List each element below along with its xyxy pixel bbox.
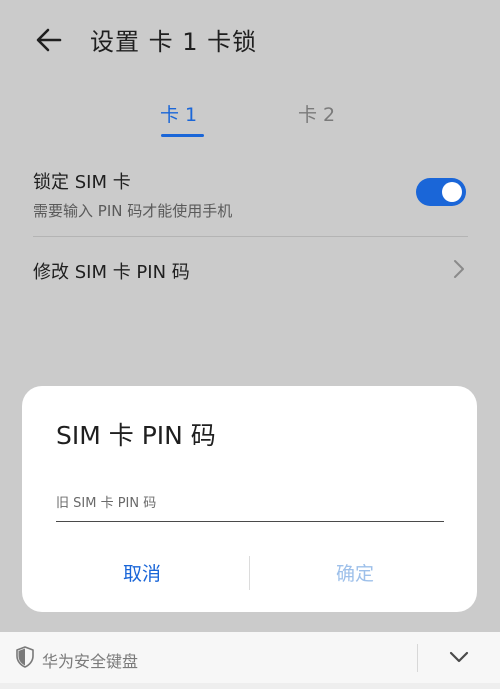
keyboard-area	[0, 683, 500, 689]
lock-sim-row: 锁定 SIM 卡 需要输入 PIN 码才能使用手机	[33, 168, 468, 236]
back-button[interactable]	[30, 20, 70, 60]
secure-keyboard-label: 华为安全键盘	[42, 652, 139, 671]
row-divider	[33, 236, 468, 237]
lock-sim-toggle[interactable]	[416, 178, 466, 206]
active-tab-indicator	[161, 134, 204, 137]
app-header: 设置 卡 1 卡锁	[0, 0, 500, 80]
dialog-title: SIM 卡 PIN 码	[56, 421, 216, 450]
cancel-button[interactable]: 取消	[42, 554, 242, 594]
lock-sim-description: 需要输入 PIN 码才能使用手机	[33, 202, 233, 220]
button-divider	[249, 556, 250, 590]
chevron-right-icon	[454, 260, 464, 278]
sim-tabs: 卡 1 卡 2	[0, 100, 500, 140]
lock-sim-label: 锁定 SIM 卡	[33, 172, 131, 193]
page-title: 设置 卡 1 卡锁	[90, 28, 258, 56]
chevron-down-icon[interactable]	[448, 648, 470, 666]
shield-icon	[16, 646, 34, 668]
sim-pin-dialog: SIM 卡 PIN 码 取消 确定	[22, 386, 477, 612]
change-pin-row[interactable]: 修改 SIM 卡 PIN 码	[33, 248, 468, 292]
confirm-button[interactable]: 确定	[255, 554, 455, 594]
tab-card-2[interactable]: 卡 2	[298, 100, 335, 127]
toggle-knob	[442, 182, 462, 202]
tab-card-1[interactable]: 卡 1	[160, 100, 197, 127]
old-pin-input[interactable]	[56, 486, 444, 522]
change-pin-label: 修改 SIM 卡 PIN 码	[33, 262, 190, 283]
secure-keyboard-bar: 华为安全键盘	[0, 632, 500, 689]
keyboard-bar-divider	[417, 644, 418, 672]
arrow-left-icon	[36, 28, 62, 52]
